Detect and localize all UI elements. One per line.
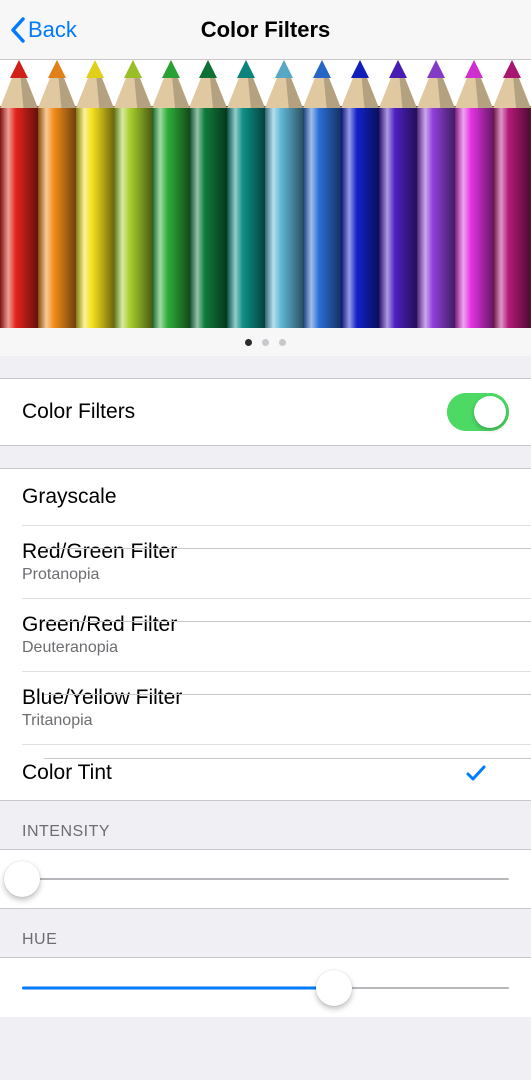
pencil <box>38 60 76 328</box>
filter-option-label: Color Tint <box>22 761 112 785</box>
filter-options-group: Grayscale Red/Green Filter Protanopia Green… <box>0 468 531 801</box>
pencil <box>379 60 417 328</box>
filter-option-subtitle: Deuteranopia <box>22 639 177 657</box>
back-label: Back <box>28 17 77 43</box>
slider-thumb[interactable] <box>4 861 40 897</box>
filter-option-label: Green/Red Filter <box>22 613 177 637</box>
hue-slider[interactable] <box>0 957 531 1017</box>
filter-option-label: Grayscale <box>22 485 117 509</box>
filter-option-label: Blue/Yellow Filter <box>22 686 182 710</box>
pencil <box>493 60 531 328</box>
pencil <box>265 60 303 328</box>
page-title: Color Filters <box>201 17 331 43</box>
color-filters-toggle-row[interactable]: Color Filters <box>0 379 531 445</box>
switch-knob <box>474 396 506 428</box>
slider-thumb[interactable] <box>316 970 352 1006</box>
filters-toggle-group: Color Filters <box>0 378 531 446</box>
preview-image[interactable] <box>0 60 531 328</box>
color-filters-switch[interactable] <box>447 393 509 431</box>
pencil <box>227 60 265 328</box>
intensity-header: INTENSITY <box>0 801 531 849</box>
filter-option-row[interactable]: Color Tint <box>22 744 531 800</box>
back-button[interactable]: Back <box>10 0 77 60</box>
pencil <box>114 60 152 328</box>
nav-bar: Back Color Filters <box>0 0 531 60</box>
pencil <box>341 60 379 328</box>
pencil <box>417 60 455 328</box>
pencil <box>76 60 114 328</box>
page-indicator[interactable] <box>0 328 531 356</box>
filter-option-subtitle: Tritanopia <box>22 712 182 730</box>
filter-option-row[interactable]: Red/Green Filter Protanopia <box>22 525 531 598</box>
pencil <box>0 60 38 328</box>
page-dot[interactable] <box>245 339 252 346</box>
page-dot[interactable] <box>279 339 286 346</box>
pencil <box>455 60 493 328</box>
checkmark-icon <box>465 762 487 784</box>
filter-option-row[interactable]: Blue/Yellow Filter Tritanopia <box>22 671 531 744</box>
filter-option-row[interactable]: Grayscale <box>0 469 531 525</box>
page-dot[interactable] <box>262 339 269 346</box>
filter-option-row[interactable]: Green/Red Filter Deuteranopia <box>22 598 531 671</box>
intensity-slider[interactable] <box>0 849 531 909</box>
slider-track <box>22 878 509 880</box>
hue-header: HUE <box>0 909 531 957</box>
chevron-left-icon <box>10 17 26 43</box>
color-filters-toggle-label: Color Filters <box>22 400 135 424</box>
pencil <box>152 60 190 328</box>
pencil <box>303 60 341 328</box>
filter-option-subtitle: Protanopia <box>22 566 177 584</box>
pencil <box>189 60 227 328</box>
slider-fill <box>22 986 334 989</box>
filter-option-label: Red/Green Filter <box>22 540 177 564</box>
